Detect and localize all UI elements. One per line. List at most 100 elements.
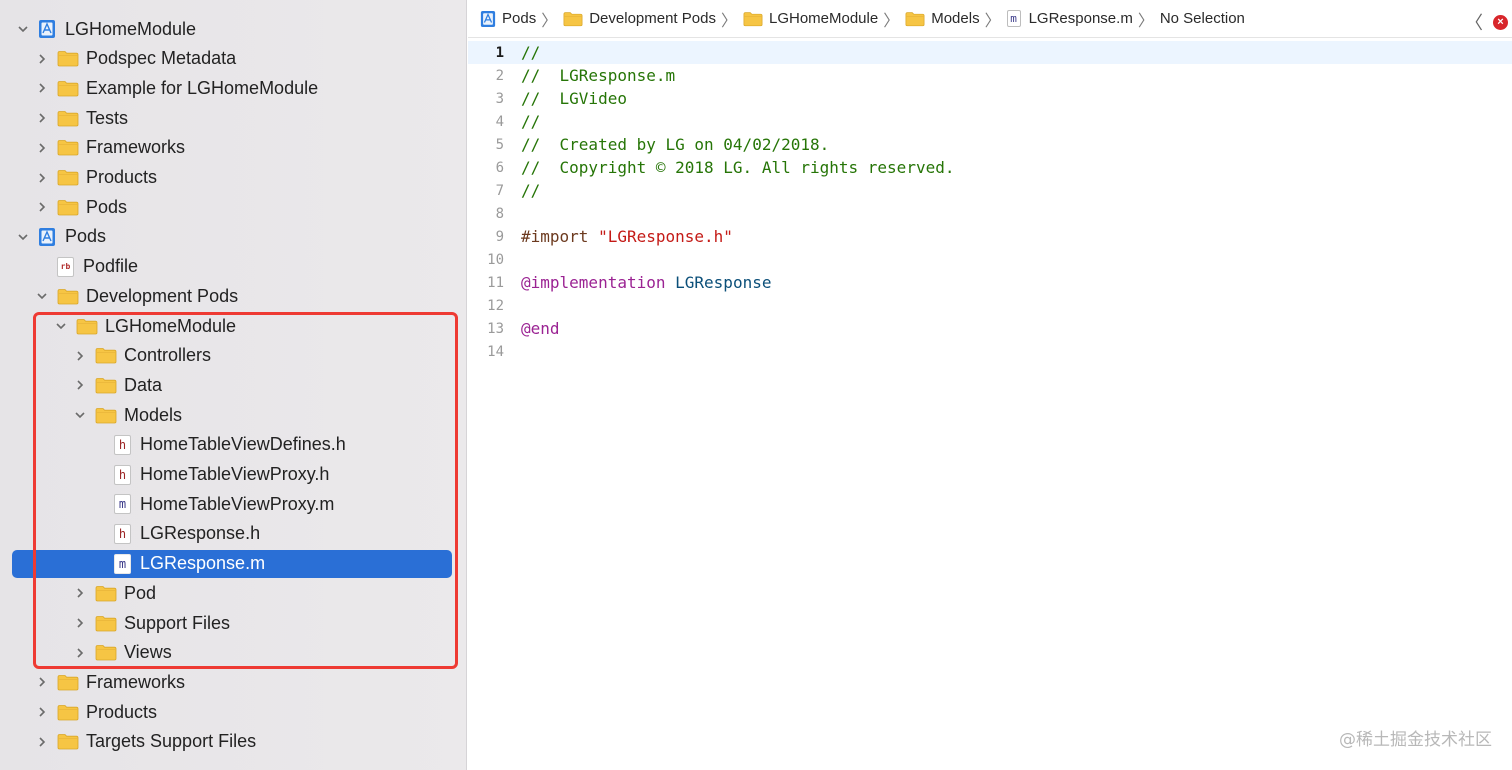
tree-row[interactable]: Controllers [12,342,452,370]
tree-row[interactable]: Products [12,164,452,192]
tree-row[interactable]: LGHomeModule [12,15,452,43]
code-line[interactable]: 5 // Created by LG on 04/02/2018. [468,133,1512,156]
breadcrumb-label: Pods [502,10,537,27]
folder-icon [57,199,79,216]
code-line[interactable]: 10 [468,248,1512,271]
code-line[interactable]: 3 // LGVideo [468,87,1512,110]
error-badge-icon[interactable]: × [1493,14,1508,30]
folder-icon [57,169,79,186]
folder-icon [95,347,117,364]
code-token: LGResponse [675,273,772,292]
chevron-down-icon[interactable] [16,22,30,36]
code-line[interactable]: 12 [468,294,1512,317]
code-text: #import "LGResponse.h" [521,227,733,246]
line-number: 4 [495,113,504,130]
code-text: // Created by LG on 04/02/2018. [521,135,829,154]
tree-row-label: HomeTableViewProxy.h [140,464,330,484]
chevron-right-icon[interactable] [35,735,49,749]
chevron-down-icon[interactable] [35,289,49,303]
tree-row-label: Podfile [83,256,139,277]
chevron-right-icon[interactable] [73,646,87,660]
tree-row[interactable]: Pod [12,579,452,607]
folder-icon [57,733,79,750]
source-editor[interactable]: 1 // 2 // LGResponse.m 3 // LGVideo 4 // 5 // Cre… [468,39,1512,770]
code-line[interactable]: 6 // Copyright © 2018 LG. All rights rese… [468,156,1512,179]
code-token: // [521,43,541,62]
chevron-right-icon[interactable] [35,52,49,66]
tree-row[interactable]: rb Podfile [12,253,452,281]
tree-row[interactable]: Podspec Metadata [12,45,452,73]
xcodeproj-icon [38,19,56,39]
tree-row[interactable]: Frameworks [12,134,452,162]
tree-row[interactable]: LGHomeModule [12,312,452,340]
jump-bar-controls: 〈 × [1465,9,1508,35]
tree-row[interactable]: Models [12,401,452,429]
chevron-down-icon[interactable] [54,319,68,333]
breadcrumb-label: LGHomeModule [768,10,879,27]
code-line[interactable]: 7 // [468,179,1512,202]
line-number: 14 [487,343,504,360]
tree-row-label: Support Files [124,612,231,633]
breadcrumb-separator-icon: 〉 [984,12,1001,30]
chevron-right-icon[interactable] [35,171,49,185]
breadcrumb-item[interactable]: m LGResponse.m [1006,10,1133,27]
chevron-right-icon[interactable] [35,200,49,214]
tree-row-label: Example for LGHomeModule [86,77,319,98]
chevron-right-icon[interactable] [35,81,49,95]
tree-row-label: LGHomeModule [105,315,237,336]
breadcrumb-item[interactable]: LGHomeModule [743,10,878,27]
code-line[interactable]: 13 @end [468,317,1512,340]
chevron-right-icon[interactable] [35,705,49,719]
code-line[interactable]: 2 // LGResponse.m [468,64,1512,87]
tree-row[interactable]: Development Pods [12,282,452,310]
tree-row[interactable]: Products [12,698,452,726]
tree-row[interactable]: Targets Support Files [12,728,452,756]
tree-row[interactable]: h HomeTableViewProxy.h [12,461,452,489]
tree-row[interactable]: Pods [12,193,452,221]
breadcrumb-item[interactable]: No Selection [1160,10,1245,27]
back-chevron-icon[interactable]: 〈 [1465,9,1483,35]
breadcrumb-item[interactable]: Models [905,10,980,27]
breadcrumb-item[interactable]: Development Pods [563,10,716,27]
tree-row[interactable]: Frameworks [12,668,452,696]
folder-icon [57,704,79,721]
chevron-right-icon[interactable] [35,111,49,125]
chevron-right-icon[interactable] [73,586,87,600]
tree-row-label: HomeTableViewDefines.h [140,434,346,455]
tree-row[interactable]: Views [12,639,452,667]
code-token: "LGResponse.h" [598,227,733,246]
tree-row[interactable]: Tests [12,104,452,132]
chevron-right-icon[interactable] [35,675,49,689]
chevron-down-icon[interactable] [73,408,87,422]
code-line[interactable]: 1 // [468,41,1512,64]
chevron-right-icon[interactable] [35,141,49,155]
tree-row[interactable]: h HomeTableViewDefines.h [12,431,452,459]
folder-icon [57,674,79,691]
tree-row[interactable]: Pods [12,223,452,251]
tree-row[interactable]: m HomeTableViewProxy.m [12,490,452,518]
tree-row[interactable]: Example for LGHomeModule [12,74,452,102]
chevron-down-icon[interactable] [16,230,30,244]
breadcrumb-separator-icon: 〉 [541,12,558,30]
tree-row-label: Pods [65,226,107,247]
chevron-right-icon[interactable] [73,378,87,392]
line-number: 12 [487,297,504,314]
tree-row[interactable]: Support Files [12,609,452,637]
breadcrumb-item[interactable]: Pods [480,10,536,28]
folder-icon [76,318,98,335]
code-line[interactable]: 11 @implementation LGResponse [468,271,1512,294]
code-line[interactable]: 4 // [468,110,1512,133]
breadcrumb-separator-icon: 〉 [720,12,737,30]
folder-icon [95,585,117,602]
chevron-right-icon[interactable] [73,349,87,363]
line-number: 9 [495,228,504,245]
code-line[interactable]: 9 #import "LGResponse.h" [468,225,1512,248]
tree-row-label: Podspec Metadata [86,48,237,69]
code-line[interactable]: 8 [468,202,1512,225]
tree-row-selected[interactable]: m LGResponse.m [12,549,452,578]
tree-row[interactable]: h LGResponse.h [12,520,452,548]
code-token: // [521,181,541,200]
code-line[interactable]: 14 [468,340,1512,363]
chevron-right-icon[interactable] [73,616,87,630]
tree-row[interactable]: Data [12,371,452,399]
